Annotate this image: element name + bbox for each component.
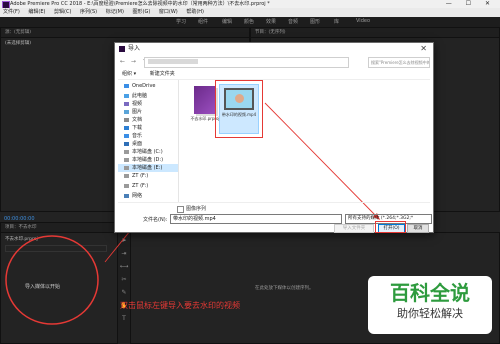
dialog-footer: 图像序列 文件名(N): 带水印的视频.mp4 所有支持的媒体 (*.264;*… [118,202,432,233]
workspace-audio[interactable]: 音频 [288,18,298,25]
menu-graphics[interactable]: 图形(G) [133,9,151,15]
menu-bar: 文件(F) 编辑(E) 剪辑(C) 序列(S) 标记(M) 图形(G) 窗口(W… [0,8,500,17]
workspace-video[interactable]: Video [356,18,370,24]
import-dialog: 导入 ✕ ← → ↑ 搜索"Premiere怎么去除视频中的水印" 组织 ▾ 新… [114,42,434,233]
menu-sequence[interactable]: 序列(S) [80,9,97,15]
workspace-libraries[interactable]: 库 [334,18,339,25]
source-monitor-tab[interactable]: 源：(无剪辑) [1,28,249,38]
title-bar: Adobe Premiere Pro CC 2018 - E:\百度经验\Pre… [0,0,500,9]
menu-clip[interactable]: 剪辑(C) [54,9,71,15]
watermark-logo: 百科全说 助你轻松解决 [368,276,492,334]
image-sequence-checkbox[interactable] [177,206,184,213]
window-title: Adobe Premiere Pro CC 2018 - E:\百度经验\Pre… [10,1,270,7]
workspace-color[interactable]: 颜色 [244,18,254,25]
workspace-graphics[interactable]: 图形 [310,18,320,25]
filename-input[interactable]: 带水印的视频.mp4 [170,214,342,224]
workspace-assembly[interactable]: 组件 [198,18,208,25]
import-folder-button[interactable]: 导入文件夹 [334,224,374,233]
program-monitor-tab[interactable]: 节目：(无序列) [251,28,499,38]
workspace-effects[interactable]: 效果 [266,18,276,25]
cancel-button[interactable]: 取消 [407,224,429,233]
workspace-editing[interactable]: 编辑 [222,18,232,25]
filename-label: 文件名(N): [143,217,168,223]
workspace-learn[interactable]: 学习 [176,18,186,25]
menu-help[interactable]: 帮助(H) [186,9,204,15]
watermark-title: 百科全说 [390,281,470,305]
image-sequence-label: 图像序列 [186,206,207,212]
window-controls[interactable]: — ☐ ✕ [446,0,496,8]
menu-edit[interactable]: 编辑(E) [28,9,45,15]
annotation-text: 双击鼠标左键导入要去水印的视频 [120,301,240,310]
menu-window[interactable]: 窗口(W) [159,9,178,15]
menu-file[interactable]: 文件(F) [3,9,20,15]
menu-marker[interactable]: 标记(M) [106,9,124,15]
arrow-to-open-line [264,102,379,219]
red-circle-mark [5,235,99,325]
watermark-subtitle: 助你轻松解决 [397,307,463,320]
open-highlight-box [375,221,406,233]
workspace-bar: 学习 组件 编辑 颜色 效果 音频 图形 库 Video [0,17,500,27]
